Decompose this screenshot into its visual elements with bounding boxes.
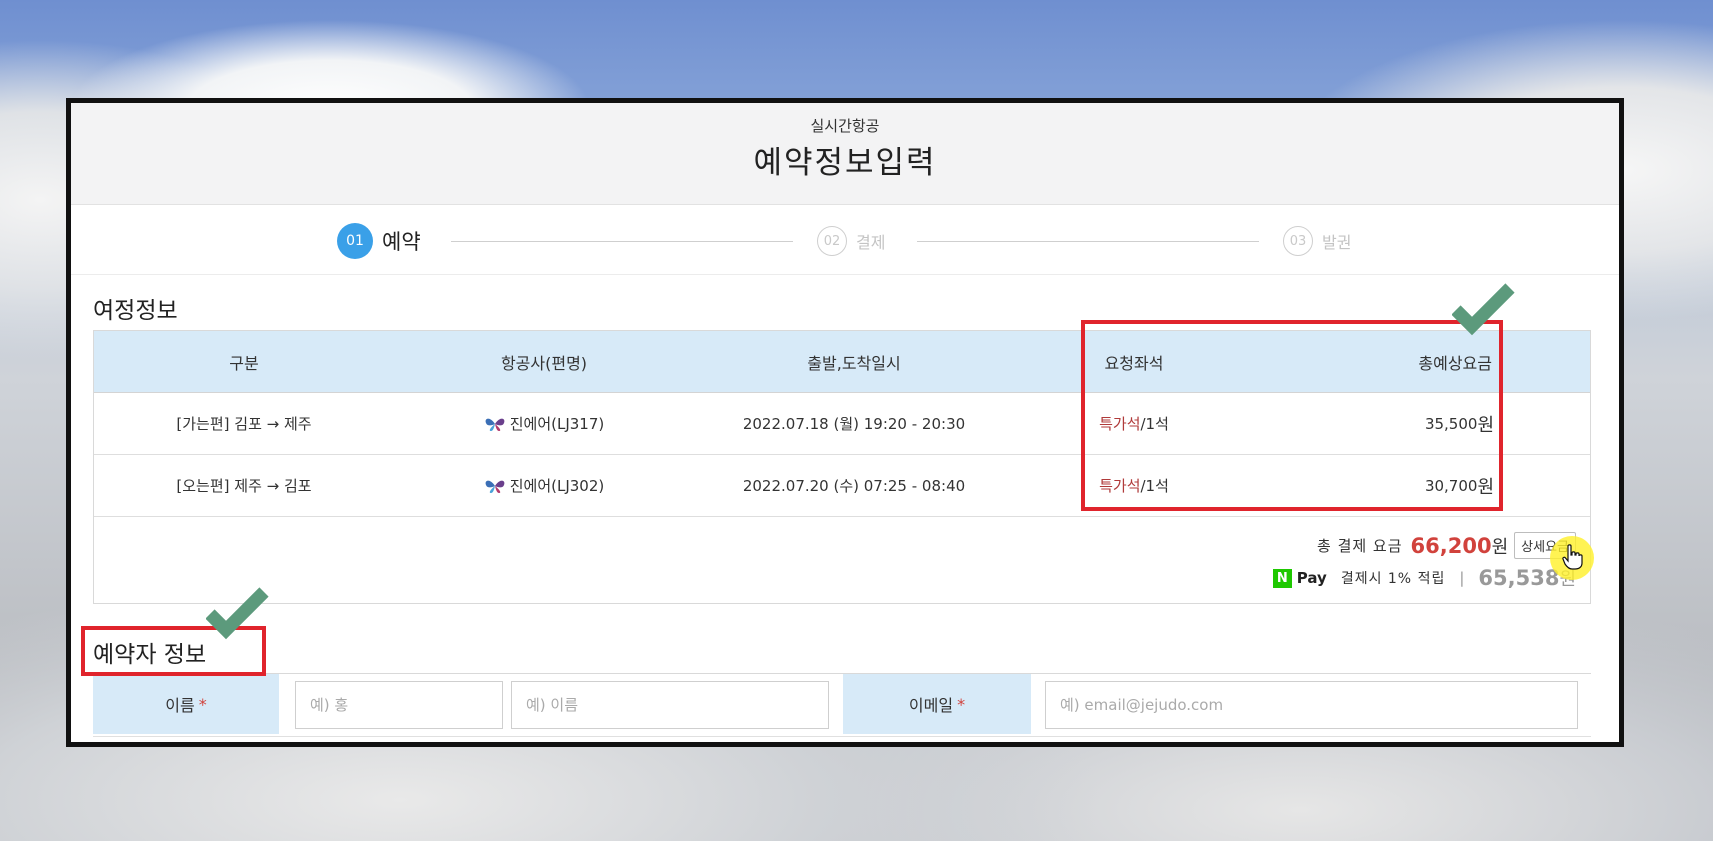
total-label: 총 결제 요금 — [1317, 537, 1403, 555]
step-number: 02 — [817, 226, 847, 256]
step-divider — [451, 241, 793, 242]
step-ticketing: 03 발권 — [1283, 226, 1351, 256]
step-payment: 02 결제 — [817, 226, 885, 256]
npay-description: 결제시 1% 적립 — [1340, 571, 1446, 587]
page-subtitle: 실시간항공 — [810, 117, 880, 135]
step-number: 01 — [337, 223, 373, 259]
step-divider — [917, 241, 1259, 242]
datetime-cell: 2022.07.18 (월) 19:20 - 20:30 — [742, 415, 966, 433]
booking-window: 실시간항공 예약정보입력 01 예약 02 결제 03 발권 여정정보 구분 항… — [66, 98, 1624, 747]
email-label-text: 이메일 — [908, 696, 954, 715]
email-label: 이메일 * — [843, 674, 1031, 734]
step-number: 03 — [1283, 226, 1313, 256]
page-title: 예약정보입력 — [753, 145, 937, 181]
npay-label: Pay — [1296, 569, 1327, 587]
flight-label: 진에어(LJ317) — [509, 415, 605, 433]
npay-amount: 65,538 — [1478, 566, 1560, 590]
given-name-input[interactable] — [511, 681, 829, 729]
checkmark-icon — [1452, 283, 1515, 336]
step-label: 발권 — [1322, 233, 1352, 252]
booker-form: 이름* 이메일* — [93, 673, 1591, 742]
step-reservation: 01 예약 — [337, 223, 421, 259]
total-line: 총 결제 요금 66,200 원 상세요금 — [1317, 532, 1576, 559]
required-mark: * — [957, 694, 966, 714]
route-cell: [오는편] 제주 → 김포 — [176, 477, 312, 495]
name-label-text: 이름 — [165, 696, 195, 715]
flight-label: 진에어(LJ302) — [509, 477, 605, 495]
total-unit: 원 — [1491, 536, 1509, 558]
column-header: 구분 — [229, 353, 259, 373]
seat-price-highlight-box — [1081, 320, 1503, 511]
route-cell: [가는편] 김포 → 제주 — [176, 415, 312, 433]
progress-steps: 01 예약 02 결제 03 발권 — [71, 205, 1619, 275]
total-amount: 66,200 — [1410, 533, 1492, 558]
name-label: 이름 * — [93, 674, 279, 734]
page-header: 실시간항공 예약정보입력 — [71, 103, 1619, 205]
npay-reward-line: N Pay 결제시 1% 적립 | 65,538 원 — [1272, 565, 1576, 591]
jinair-logo-icon — [485, 480, 505, 493]
itinerary-section-title: 여정정보 — [93, 298, 178, 324]
npay-logo-icon: N — [1272, 568, 1292, 588]
next-form-row — [93, 736, 1591, 742]
datetime-cell: 2022.07.20 (수) 07:25 - 08:40 — [742, 477, 966, 495]
step-label: 예약 — [382, 230, 421, 254]
step-label: 결제 — [856, 233, 886, 252]
checkmark-icon — [206, 587, 269, 640]
jinair-logo-icon — [485, 418, 505, 431]
flight-cell: 진에어(LJ302) — [454, 455, 634, 516]
required-mark: * — [198, 694, 207, 714]
surname-input[interactable] — [295, 681, 503, 729]
total-summary: 총 결제 요금 66,200 원 상세요금 N Pay 결제시 1% 적립 | … — [94, 517, 1590, 603]
flight-cell: 진에어(LJ317) — [454, 393, 634, 454]
separator: | — [1459, 569, 1465, 587]
column-header: 출발,도착일시 — [807, 353, 901, 373]
hand-cursor-icon — [1562, 544, 1583, 570]
email-input[interactable] — [1045, 681, 1578, 729]
column-header: 항공사(편명) — [500, 353, 588, 373]
